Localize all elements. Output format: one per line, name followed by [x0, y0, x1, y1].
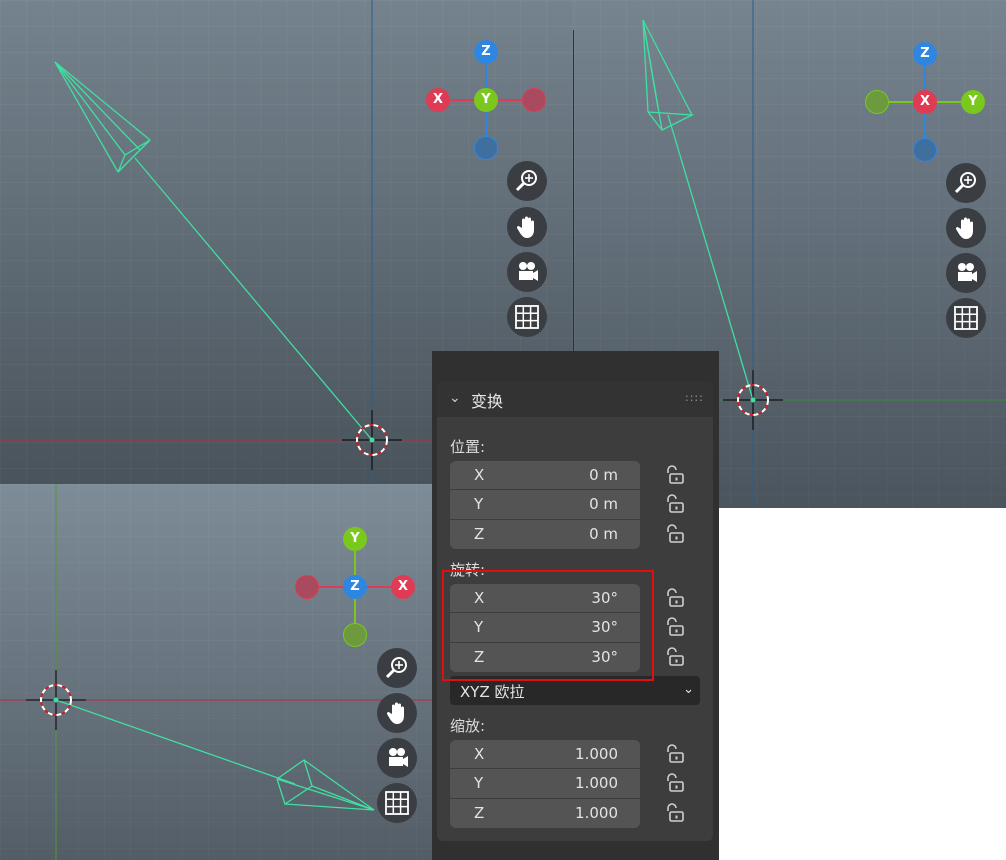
zoom-button[interactable] [946, 163, 986, 203]
scale-y-field[interactable]: Y 1.000 [450, 768, 640, 798]
gizmo-neg-z-axis[interactable] [474, 136, 498, 160]
3d-cursor [342, 410, 402, 470]
camera-wireframe [55, 699, 375, 811]
camera-view-button[interactable] [946, 253, 986, 293]
grid-icon [954, 306, 978, 330]
hand-pan-icon [516, 216, 534, 238]
gizmo-neg-x-axis[interactable] [522, 88, 546, 112]
zoom-icon [515, 170, 537, 192]
location-x-field[interactable]: X 0 m [450, 460, 640, 490]
collapse-chevron-icon[interactable]: ⌄ [449, 390, 461, 406]
gizmo-y-axis[interactable]: Y [474, 88, 498, 112]
field-axis-label: X [474, 745, 485, 763]
gizmo-y-axis[interactable]: Y [343, 527, 367, 551]
scale-z-field[interactable]: Z 1.000 [450, 798, 640, 828]
gizmo-neg-y-axis[interactable] [343, 623, 367, 647]
camera-view-button[interactable] [377, 738, 417, 778]
ortho-toggle-button[interactable] [946, 298, 986, 338]
lock-icon[interactable] [663, 742, 687, 766]
viewport-top[interactable]: Y Z X [0, 484, 432, 860]
rotation-highlight-box [442, 570, 654, 681]
camera-icon [958, 263, 977, 282]
field-axis-label: Z [474, 804, 485, 822]
lock-icon[interactable] [663, 463, 687, 487]
pan-button[interactable] [377, 693, 417, 733]
3d-cursor [26, 670, 86, 730]
zoom-button[interactable] [507, 161, 547, 201]
pan-button[interactable] [507, 207, 547, 247]
gizmo-x-axis[interactable]: X [391, 575, 415, 599]
lock-icon[interactable] [663, 645, 687, 669]
hand-pan-icon [955, 217, 973, 239]
pan-button[interactable] [946, 208, 986, 248]
field-value: 1.000 [575, 804, 618, 822]
gizmo-neg-x-axis[interactable] [295, 575, 319, 599]
field-axis-label: X [474, 466, 485, 484]
scale-label: 缩放: [450, 717, 486, 735]
camera-wireframe [54, 61, 373, 441]
grid-icon [515, 305, 539, 329]
scale-x-field[interactable]: X 1.000 [450, 739, 640, 769]
camera-view-button[interactable] [507, 252, 547, 292]
gizmo-z-axis[interactable]: Z [913, 42, 937, 66]
3d-cursor [723, 370, 783, 430]
lock-icon[interactable] [663, 492, 687, 516]
zoom-icon [385, 657, 407, 679]
field-value: 0 m [589, 466, 618, 484]
panel-title: 变换 [471, 392, 504, 411]
grid-icon [385, 791, 409, 815]
gizmo-y-axis[interactable]: Y [961, 90, 985, 114]
field-axis-label: Z [474, 525, 485, 543]
location-y-field[interactable]: Y 0 m [450, 489, 640, 519]
gizmo-z-axis[interactable]: Z [474, 40, 498, 64]
hand-pan-icon [386, 702, 404, 724]
gizmo-neg-y-axis[interactable] [865, 90, 889, 114]
viewport-top-scene [0, 484, 432, 860]
lock-icon[interactable] [663, 586, 687, 610]
location-label: 位置: [450, 438, 486, 456]
gizmo-x-axis[interactable]: X [913, 90, 937, 114]
transform-panel-header[interactable]: ⌄ 变换 :::: [437, 381, 713, 417]
zoom-button[interactable] [377, 648, 417, 688]
lock-icon[interactable] [663, 615, 687, 639]
drag-grip-icon[interactable]: :::: [685, 391, 704, 404]
zoom-icon [954, 172, 976, 194]
camera-wireframe [642, 19, 754, 401]
camera-icon [389, 748, 408, 767]
field-value: 1.000 [575, 745, 618, 763]
lock-icon[interactable] [663, 522, 687, 546]
ortho-toggle-button[interactable] [507, 297, 547, 337]
field-value: 0 m [589, 495, 618, 513]
chevron-down-icon: ⌄ [683, 682, 694, 697]
camera-icon [519, 262, 538, 281]
gizmo-z-axis[interactable]: Z [343, 575, 367, 599]
field-axis-label: Y [474, 774, 484, 792]
lock-icon[interactable] [663, 771, 687, 795]
field-axis-label: Y [474, 495, 484, 513]
field-value: 1.000 [575, 774, 618, 792]
ortho-toggle-button[interactable] [377, 783, 417, 823]
field-value: 0 m [589, 525, 618, 543]
dropdown-value: XYZ 欧拉 [460, 683, 525, 701]
gizmo-x-axis[interactable]: X [426, 88, 450, 112]
location-z-field[interactable]: Z 0 m [450, 519, 640, 549]
lock-icon[interactable] [663, 801, 687, 825]
gizmo-neg-z-axis[interactable] [913, 138, 937, 162]
